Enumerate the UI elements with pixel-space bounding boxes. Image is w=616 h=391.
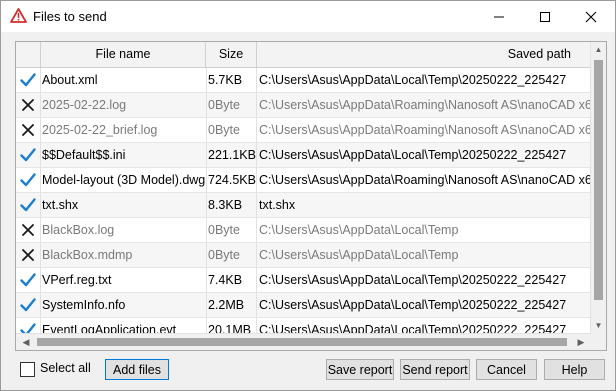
close-icon [585,11,597,23]
file-size-cell: 8.3KB [208,193,257,217]
minimize-button[interactable] [476,1,522,32]
file-size-cell: 0Byte [208,218,257,242]
select-all-checkbox[interactable] [20,362,35,377]
horizontal-scrollbar[interactable]: ◀ ▶ [16,333,591,350]
included-check-icon[interactable] [16,68,41,92]
maximize-button[interactable] [522,1,568,32]
scrollbar-corner [591,334,606,350]
included-check-icon[interactable] [16,143,41,167]
warning-triangle-icon [10,8,27,23]
save-report-button[interactable]: Save report [326,359,394,380]
included-check-icon[interactable] [16,193,41,217]
file-name-cell: SystemInfo.nfo [42,293,207,317]
saved-path-cell: C:\Users\Asus\AppData\Local\Temp\2025022… [259,298,567,312]
saved-path-cell: C:\Users\Asus\AppData\Roaming\Nanosoft A… [259,173,591,187]
file-size-cell: 724.5KB [208,168,257,192]
table-row[interactable]: BlackBox.mdmp 0Byte C:\Users\Asus\AppData\… [16,243,591,268]
saved-path-cell: C:\Users\Asus\AppData\Local\Temp\2025022… [259,148,567,162]
file-size-cell: 0Byte [208,243,257,267]
header-status-column[interactable] [16,42,41,67]
header-saved-path[interactable]: Saved path [257,42,591,67]
minimize-icon [494,16,504,18]
included-check-icon[interactable] [16,168,41,192]
excluded-cross-icon[interactable] [16,118,41,142]
file-size-cell: 0Byte [208,118,257,142]
cancel-button[interactable]: Cancel [476,359,537,380]
excluded-cross-icon[interactable] [16,243,41,267]
saved-path-cell: C:\Users\Asus\AppData\Roaming\Nanosoft A… [259,123,591,137]
horizontal-scroll-thumb[interactable] [37,338,567,346]
file-size-cell: 0Byte [208,93,257,117]
file-name-cell: BlackBox.mdmp [42,243,207,267]
help-button[interactable]: Help [544,359,605,380]
vertical-scrollbar[interactable]: ▲ ▼ [590,42,606,334]
file-name-cell: Model-layout (3D Model).dwg [42,168,207,192]
file-size-cell: 5.7KB [208,68,257,92]
grid-header: File name Size Saved path [16,42,591,68]
table-row[interactable]: SystemInfo.nfo 2.2MB C:\Users\Asus\AppData… [16,293,591,318]
saved-path-cell: C:\Users\Asus\AppData\Local\Temp\2025022… [259,273,567,287]
send-report-button[interactable]: Send report [400,359,470,380]
file-name-cell: 2025-02-22.log [42,93,207,117]
add-files-button[interactable]: Add files [105,359,169,380]
excluded-cross-icon[interactable] [16,218,41,242]
maximize-icon [540,12,550,22]
vertical-scroll-thumb[interactable] [594,60,603,300]
file-size-cell: 7.4KB [208,268,257,292]
saved-path-cell: txt.shx [259,198,296,212]
file-name-cell: 2025-02-22_brief.log [42,118,207,142]
table-row[interactable]: 2025-02-22_brief.log 0Byte C:\Users\Asus\A… [16,118,591,143]
file-name-cell: txt.shx [42,193,207,217]
file-name-cell: VPerf.reg.txt [42,268,207,292]
table-row[interactable]: txt.shx 8.3KB txt.shx [16,193,591,218]
file-size-cell: 2.2MB [208,293,257,317]
file-size-cell: 221.1KB [208,143,257,167]
window-title: Files to send [33,9,107,24]
scroll-up-arrow-icon[interactable]: ▲ [594,45,603,55]
included-check-icon[interactable] [16,293,41,317]
grid-rows: About.xml 5.7KB C:\Users\Asus\AppData\Loca… [16,68,591,343]
select-all-label[interactable]: Select all [40,361,91,375]
saved-path-cell: C:\Users\Asus\AppData\Local\Temp [259,248,459,262]
table-row[interactable]: $$Default$$.ini 221.1KB C:\Users\Asus\AppD… [16,143,591,168]
files-grid: File name Size Saved path About.xml 5.7KB… [15,41,607,351]
title-bar: Files to send [1,1,615,32]
saved-path-cell: C:\Users\Asus\AppData\Roaming\Nanosoft A… [259,98,591,112]
table-row[interactable]: 2025-02-22.log 0Byte C:\Users\Asus\AppData… [16,93,591,118]
file-name-cell: $$Default$$.ini [42,143,207,167]
scroll-down-arrow-icon[interactable]: ▼ [594,321,603,331]
scroll-left-arrow-icon[interactable]: ◀ [21,336,31,348]
excluded-cross-icon[interactable] [16,93,41,117]
saved-path-cell: C:\Users\Asus\AppData\Local\Temp\2025022… [259,73,567,87]
file-name-cell: BlackBox.log [42,218,207,242]
header-file-name[interactable]: File name [41,42,206,67]
table-row[interactable]: Model-layout (3D Model).dwg 724.5KB C:\Use… [16,168,591,193]
close-button[interactable] [568,1,614,32]
included-check-icon[interactable] [16,268,41,292]
scroll-right-arrow-icon[interactable]: ▶ [576,336,586,348]
header-size[interactable]: Size [206,42,257,67]
file-name-cell: About.xml [42,68,207,92]
saved-path-cell: C:\Users\Asus\AppData\Local\Temp [259,223,459,237]
table-row[interactable]: About.xml 5.7KB C:\Users\Asus\AppData\Loca… [16,68,591,93]
table-row[interactable]: BlackBox.log 0Byte C:\Users\Asus\AppData\L… [16,218,591,243]
table-row[interactable]: VPerf.reg.txt 7.4KB C:\Users\Asus\AppData\… [16,268,591,293]
files-to-send-dialog: Files to send File name Size Saved path … [0,0,616,391]
